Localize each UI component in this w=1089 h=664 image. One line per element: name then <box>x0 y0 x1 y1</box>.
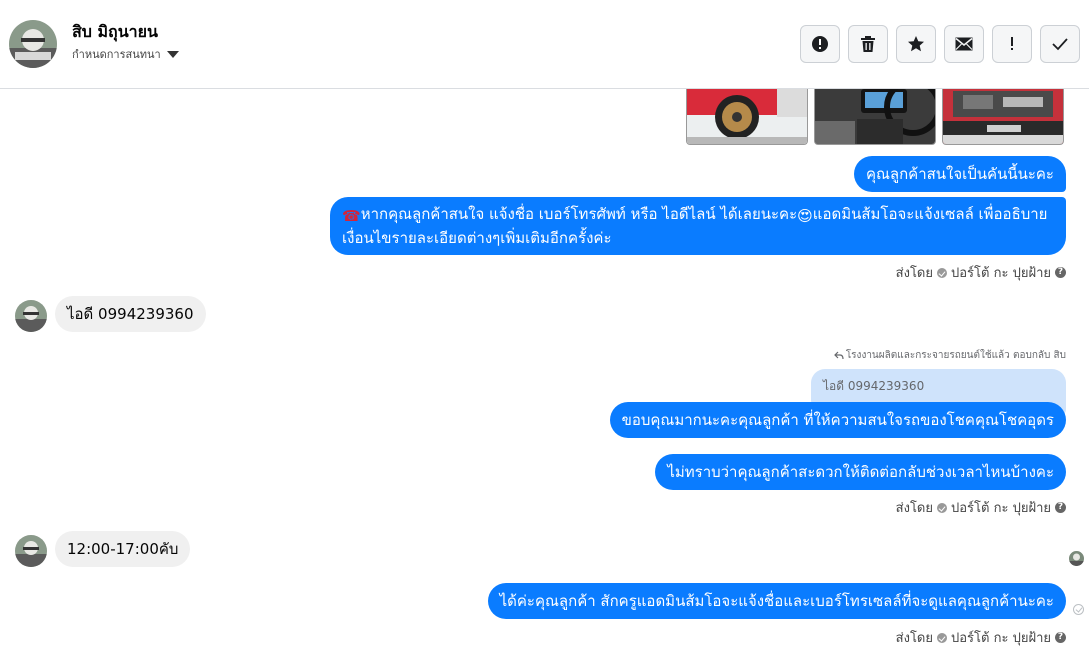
envelope-icon <box>955 37 973 51</box>
verified-check-icon <box>937 502 947 513</box>
reply-label-text: โรงงานผลิตและกระจายรถยนต์ใช้แล้ว ตอบกลับ… <box>845 350 1066 361</box>
sender-name[interactable]: ปอร์โต้ กะ ปุยฝ้าย <box>951 262 1051 283</box>
message-text: ได้ค่ะคุณลูกค้า สักครูแอดมินส้มโอจะแจ้งช… <box>499 592 1054 610</box>
sender-avatar[interactable] <box>15 535 47 567</box>
outgoing-message[interactable]: ได้ค่ะคุณลูกค้า สักครูแอดมินส้มโอจะแจ้งช… <box>487 583 1066 619</box>
report-button[interactable] <box>800 25 840 63</box>
verified-check-icon <box>937 632 947 643</box>
caret-down-icon <box>166 51 179 58</box>
seen-by-avatar <box>1069 551 1084 566</box>
heart-eyes-emoji-icon: 😍 <box>797 207 813 225</box>
incoming-message[interactable]: 12:00-17:00คับ <box>55 531 191 567</box>
help-icon[interactable]: ? <box>1055 267 1066 278</box>
sender-name[interactable]: ปอร์โต้ กะ ปุยฝ้าย <box>951 497 1051 518</box>
message-text: คุณลูกค้าสนใจเป็นคันนี้นะคะ <box>865 165 1054 183</box>
message-text-part: หากคุณลูกค้าสนใจ แจ้งชื่อ เบอร์โทรศัพท์ … <box>360 205 798 223</box>
conversation-header: สิบ มิถุนายน กำหนดการสนทนา <box>0 0 1089 89</box>
conversation-status-label: กำหนดการสนทนา <box>72 48 161 61</box>
sent-by-label: ส่งโดย ปอร์โต้ กะ ปุยฝ้าย ? <box>896 627 1066 648</box>
help-icon[interactable]: ? <box>1055 502 1066 513</box>
car-photo-thumbnail[interactable] <box>686 89 808 145</box>
telephone-emoji-icon: ☎ <box>342 207 361 225</box>
star-icon <box>908 36 924 52</box>
message-text: ขอบคุณมากนะคะคุณลูกค้า ที่ให้ความสนใจรถข… <box>621 411 1054 429</box>
car-engine-thumbnail[interactable] <box>942 89 1064 145</box>
check-icon <box>1052 38 1068 51</box>
sent-by-label: ส่งโดย ปอร์โต้ กะ ปุยฝ้าย ? <box>896 497 1066 518</box>
reply-indicator: โรงงานผลิตและกระจายรถยนต์ใช้แล้ว ตอบกลับ… <box>833 348 1066 363</box>
mark-unread-button[interactable] <box>944 25 984 63</box>
message-text: 12:00-17:00คับ <box>67 540 179 558</box>
sender-avatar[interactable] <box>15 300 47 332</box>
sent-by-prefix: ส่งโดย <box>895 501 933 516</box>
done-button[interactable] <box>1040 25 1080 63</box>
message-text: ไม่ทราบว่าคุณลูกค้าสะดวกให้ติดต่อกลับช่ว… <box>667 463 1054 481</box>
toolbar <box>800 25 1080 63</box>
star-button[interactable] <box>896 25 936 63</box>
sent-by-prefix: ส่งโดย <box>895 266 933 281</box>
quoted-text: ไอดี 0994239360 <box>823 379 925 393</box>
sender-name[interactable]: ปอร์โต้ กะ ปุยฝ้าย <box>951 627 1051 648</box>
outgoing-message[interactable]: คุณลูกค้าสนใจเป็นคันนี้นะคะ <box>853 156 1066 192</box>
car-interior-thumbnail[interactable] <box>814 89 936 145</box>
verified-check-icon <box>937 267 947 278</box>
message-text: ไอดี 0994239360 <box>67 305 194 323</box>
sent-by-label: ส่งโดย ปอร์โต้ กะ ปุยฝ้าย ? <box>896 262 1066 283</box>
delete-button[interactable] <box>848 25 888 63</box>
follow-up-button[interactable] <box>992 25 1032 63</box>
reply-arrow-icon <box>833 351 844 360</box>
sent-by-prefix: ส่งโดย <box>895 631 933 646</box>
contact-name[interactable]: สิบ มิถุนายน <box>72 20 158 45</box>
trash-icon <box>861 36 875 52</box>
outgoing-message[interactable]: ไม่ทราบว่าคุณลูกค้าสะดวกให้ติดต่อกลับช่ว… <box>655 454 1066 490</box>
sent-status-icon <box>1073 604 1084 615</box>
conversation-status-dropdown[interactable]: กำหนดการสนทนา <box>72 45 179 63</box>
outgoing-message[interactable]: ☎หากคุณลูกค้าสนใจ แจ้งชื่อ เบอร์โทรศัพท์… <box>330 197 1066 255</box>
exclamation-icon <box>1011 37 1013 50</box>
incoming-message[interactable]: ไอดี 0994239360 <box>55 296 206 332</box>
alert-circle-icon <box>812 36 828 52</box>
outgoing-message[interactable]: ขอบคุณมากนะคะคุณลูกค้า ที่ให้ความสนใจรถข… <box>609 402 1066 438</box>
help-icon[interactable]: ? <box>1055 632 1066 643</box>
contact-avatar[interactable] <box>9 20 57 68</box>
